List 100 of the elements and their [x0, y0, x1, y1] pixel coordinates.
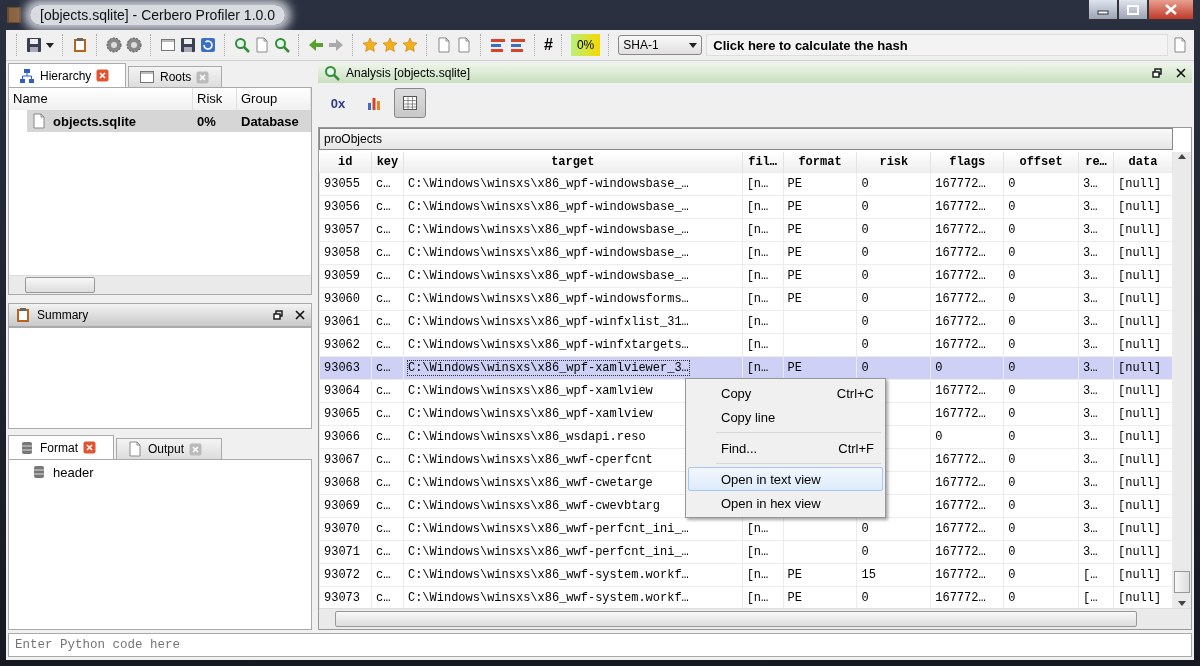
scroll-down-icon[interactable] — [1178, 601, 1186, 606]
table-row[interactable]: 93062 c… C:\Windows\winsxs\x86_wpf-winfxtargets… [n… 0 167772… 0 3… [null] — [319, 333, 1173, 357]
column-header[interactable]: re… — [1078, 152, 1114, 173]
table-cell[interactable]: PE — [787, 223, 802, 237]
table-cell[interactable]: 0 — [861, 315, 869, 329]
document-icon[interactable] — [456, 37, 472, 53]
menu-item[interactable]: Copy Ctrl+C — [688, 381, 883, 405]
table-cell[interactable]: PE — [787, 591, 802, 605]
scroll-thumb[interactable] — [1174, 571, 1190, 593]
table-cell[interactable]: PE — [787, 269, 802, 283]
table-cell[interactable]: 0 — [861, 292, 869, 306]
menu-item[interactable]: Open in text view — [688, 467, 883, 491]
table-cell[interactable]: 0 — [1008, 568, 1016, 582]
caret-icon[interactable] — [689, 42, 698, 48]
table-cell[interactable]: 0 — [935, 430, 943, 444]
table-cell[interactable]: 0 — [1008, 338, 1016, 352]
column-header[interactable]: flags — [930, 152, 1004, 173]
table-row[interactable]: 93058 c… C:\Windows\winsxs\x86_wpf-windowsbase_… [n… PE 0 167772… 0 3… [null] — [319, 241, 1173, 265]
table-cell[interactable]: PE — [787, 177, 802, 191]
table-cell[interactable]: 0 — [1008, 269, 1016, 283]
table-row[interactable]: 93060 c… C:\Windows\winsxs\x86_wpf-windowsforms… [n… PE 0 167772… 0 3… [null] — [319, 287, 1173, 311]
table-row[interactable]: 93057 c… C:\Windows\winsxs\x86_wpf-windowsbase_… [n… PE 0 167772… 0 3… [null] — [319, 218, 1173, 242]
column-header[interactable]: data — [1113, 152, 1173, 173]
calculate-hash-button[interactable]: Click here to calculate the hash — [706, 34, 1168, 56]
table-cell[interactable]: PE — [787, 568, 802, 582]
star-icon[interactable] — [362, 37, 378, 53]
close-icon[interactable] — [1176, 68, 1186, 78]
arrow-left-icon[interactable] — [308, 37, 324, 53]
magnifier-icon[interactable] — [274, 37, 290, 53]
table-cell[interactable]: 0 — [1008, 315, 1016, 329]
magnifier-icon[interactable] — [234, 37, 250, 53]
table-cell[interactable]: 0 — [861, 269, 869, 283]
bars-icon[interactable] — [510, 37, 526, 53]
refresh-icon[interactable] — [200, 37, 216, 53]
table-cell[interactable]: 0 — [1008, 591, 1016, 605]
table-cell[interactable]: 0 — [1008, 200, 1016, 214]
table-cell[interactable]: 0 — [1008, 361, 1016, 375]
table-cell[interactable]: 0 — [1008, 545, 1016, 559]
table-cell[interactable]: 0 — [861, 200, 869, 214]
table-row[interactable]: 93071 c… C:\Windows\winsxs\x86_wwf-perfcnt_ini_… [n… 0 167772… 0 3… [null] — [319, 540, 1173, 564]
table-cell[interactable]: 0 — [1008, 384, 1016, 398]
hash-algorithm-dropdown[interactable]: SHA-1 — [618, 35, 703, 55]
panel-tab[interactable]: Output — [116, 438, 222, 459]
table-cell[interactable]: 0 — [1008, 246, 1016, 260]
vertical-scrollbar[interactable] — [1173, 152, 1191, 608]
table-cell[interactable]: 0 — [935, 361, 943, 375]
column-header[interactable]: target — [403, 152, 743, 173]
table-cell[interactable]: 0 — [1008, 430, 1016, 444]
restore-icon[interactable] — [1152, 68, 1162, 78]
column-header[interactable]: offset — [1003, 152, 1079, 173]
table-row[interactable]: 93061 c… C:\Windows\winsxs\x86_wpf-winfxlist_31… [n… 0 167772… 0 3… [null] — [319, 310, 1173, 334]
gear-icon[interactable] — [106, 37, 122, 53]
table-row[interactable]: 93059 c… C:\Windows\winsxs\x86_wpf-windowsbase_… [n… PE 0 167772… 0 3… [null] — [319, 264, 1173, 288]
column-header[interactable]: risk — [856, 152, 931, 173]
column-header[interactable]: id — [319, 152, 372, 173]
column-header[interactable]: fil… — [742, 152, 784, 173]
menu-item[interactable]: Copy line — [688, 405, 883, 429]
hex-view-button[interactable]: 0x — [322, 88, 354, 118]
table-cell[interactable]: PE — [787, 361, 802, 375]
table-row[interactable]: 93055 c… C:\Windows\winsxs\x86_wpf-windowsbase_… [n… PE 0 167772… 0 3… [null] — [319, 172, 1173, 196]
table-cell[interactable]: 0 — [861, 545, 869, 559]
tree-row[interactable]: objects.sqlite 0% Database — [27, 110, 311, 132]
table-row[interactable]: 93056 c… C:\Windows\winsxs\x86_wpf-windowsbase_… [n… PE 0 167772… 0 3… [null] — [319, 195, 1173, 219]
table-cell[interactable]: PE — [787, 246, 802, 260]
panel-tab[interactable]: Roots — [128, 66, 222, 87]
document-icon[interactable] — [254, 37, 270, 53]
table-row[interactable]: 93070 c… C:\Windows\winsxs\x86_wwf-perfcnt_ini_… [n… 0 167772… 0 3… [null] — [319, 517, 1173, 541]
caret-icon[interactable] — [46, 42, 54, 48]
document-icon[interactable] — [1172, 37, 1188, 53]
column-header[interactable]: format — [783, 152, 857, 173]
table-cell[interactable]: 0 — [1008, 522, 1016, 536]
table-cell[interactable]: 0 — [1008, 407, 1016, 421]
floppy-icon[interactable] — [26, 37, 42, 53]
minimize-button[interactable] — [1088, 0, 1118, 20]
clipboard-icon[interactable] — [72, 37, 88, 53]
table-cell[interactable]: 0 — [861, 338, 869, 352]
table-cell[interactable]: 0 — [1008, 499, 1016, 513]
python-input-field[interactable]: Enter Python code here — [8, 633, 1192, 657]
bars-icon[interactable] — [490, 37, 506, 53]
menu-item[interactable]: Find... Ctrl+F — [688, 436, 883, 460]
floppy-icon[interactable] — [180, 37, 196, 53]
close-icon[interactable] — [295, 310, 305, 320]
table-cell[interactable]: 0 — [1008, 453, 1016, 467]
table-cell[interactable]: 0 — [1008, 223, 1016, 237]
horizontal-scrollbar[interactable] — [319, 608, 1191, 629]
close-button[interactable] — [1148, 0, 1194, 20]
maximize-button[interactable] — [1118, 0, 1148, 20]
table-cell[interactable]: 0 — [1008, 292, 1016, 306]
column-header[interactable]: key — [371, 152, 404, 173]
table-cell[interactable]: 15 — [861, 568, 876, 582]
table-cell[interactable]: 0 — [861, 246, 869, 260]
horizontal-scrollbar[interactable] — [9, 275, 311, 294]
table-cell[interactable]: 0 — [861, 522, 869, 536]
table-row[interactable]: 93073 c… C:\Windows\winsxs\x86_wwf-system.workf… [n… PE 0 167772… 0 [… [null] — [319, 586, 1173, 608]
star-icon[interactable] — [382, 37, 398, 53]
star-icon[interactable] — [402, 37, 418, 53]
table-cell[interactable]: PE — [787, 200, 802, 214]
scroll-thumb[interactable] — [335, 611, 1137, 627]
table-cell[interactable]: 0 — [1008, 177, 1016, 191]
table-cell[interactable]: 0 — [1008, 476, 1016, 490]
